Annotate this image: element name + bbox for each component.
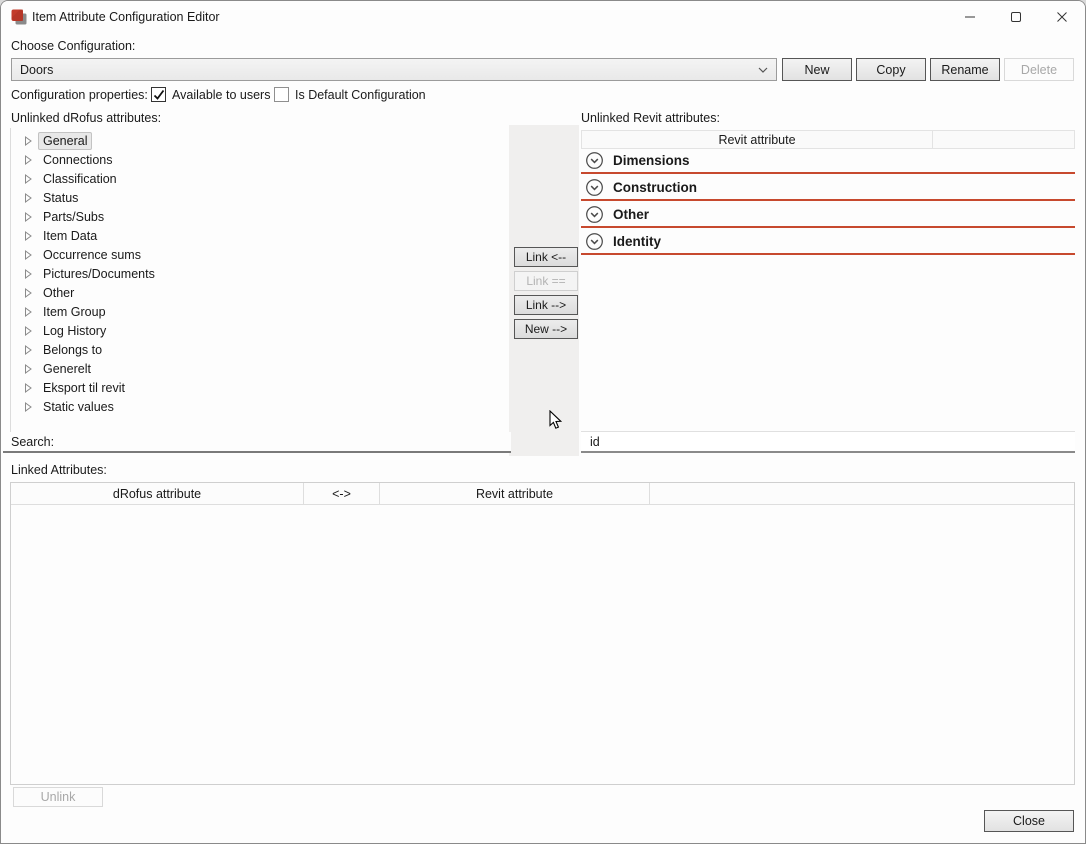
tree-item-occurrence-sums[interactable]: Occurrence sums	[11, 245, 509, 264]
delete-button: Delete	[1004, 58, 1074, 81]
window-title: Item Attribute Configuration Editor	[32, 1, 220, 33]
close-icon	[1056, 11, 1068, 23]
link-right-button[interactable]: Link -->	[514, 295, 578, 315]
collapse-chevron-icon[interactable]	[585, 151, 604, 170]
link-left-button[interactable]: Link <--	[514, 247, 578, 267]
close-button[interactable]: Close	[984, 810, 1074, 832]
new-right-button[interactable]: New -->	[514, 319, 578, 339]
linked-attributes-label: Linked Attributes:	[11, 463, 107, 477]
tree-item-item-group[interactable]: Item Group	[11, 302, 509, 321]
tree-item-connections[interactable]: Connections	[11, 150, 509, 169]
choose-configuration-label: Choose Configuration:	[11, 39, 135, 53]
column-header-revit-attribute[interactable]: Revit attribute	[380, 483, 650, 504]
collapse-chevron-icon[interactable]	[585, 205, 604, 224]
tree-item-item-data[interactable]: Item Data	[11, 226, 509, 245]
unlinked-revit-label: Unlinked Revit attributes:	[581, 111, 720, 125]
tree-item-static-values[interactable]: Static values	[11, 397, 509, 416]
item-attribute-configuration-editor-dialog: Item Attribute Configuration Editor Choo…	[0, 0, 1086, 844]
chevron-down-icon	[758, 66, 768, 74]
tree-item-eksport-til-revit[interactable]: Eksport til revit	[11, 378, 509, 397]
column-header-empty	[650, 483, 1074, 504]
collapse-chevron-icon[interactable]	[585, 178, 604, 197]
column-header-link-direction[interactable]: <->	[304, 483, 380, 504]
minimize-button[interactable]	[947, 1, 993, 33]
tree-item-pictures-documents[interactable]: Pictures/Documents	[11, 264, 509, 283]
expander-icon[interactable]	[24, 193, 33, 203]
revit-attribute-column-header[interactable]: Revit attribute	[582, 131, 932, 148]
configuration-dropdown-value: Doors	[20, 63, 53, 77]
tree-item-belongs-to[interactable]: Belongs to	[11, 340, 509, 359]
close-window-button[interactable]	[1039, 1, 1085, 33]
is-default-configuration-label[interactable]: Is Default Configuration	[295, 88, 426, 102]
configuration-properties-label: Configuration properties:	[11, 88, 148, 102]
tree-item-classification[interactable]: Classification	[11, 169, 509, 188]
available-to-users-checkbox[interactable]	[151, 87, 166, 102]
expander-icon[interactable]	[24, 231, 33, 241]
title-bar[interactable]: Item Attribute Configuration Editor	[1, 1, 1085, 33]
collapse-chevron-icon[interactable]	[585, 232, 604, 251]
checkmark-icon	[153, 89, 165, 101]
expander-icon[interactable]	[24, 383, 33, 393]
tree-item-parts-subs[interactable]: Parts/Subs	[11, 207, 509, 226]
configuration-dropdown[interactable]: Doors	[11, 58, 777, 81]
new-button[interactable]: New	[782, 58, 852, 81]
available-to-users-label[interactable]: Available to users	[172, 88, 270, 102]
unlinked-drofus-label: Unlinked dRofus attributes:	[11, 111, 161, 125]
linked-attributes-table[interactable]: dRofus attribute <-> Revit attribute	[10, 482, 1075, 785]
revit-group-construction[interactable]: Construction	[581, 176, 1075, 201]
revit-filter-input[interactable]: id	[581, 431, 1075, 453]
expander-icon[interactable]	[24, 402, 33, 412]
search-label: Search:	[11, 435, 54, 449]
revit-attributes-header: Revit attribute	[581, 130, 1075, 149]
expander-icon[interactable]	[24, 174, 33, 184]
expander-icon[interactable]	[24, 212, 33, 222]
mouse-cursor	[549, 410, 563, 430]
expander-icon[interactable]	[24, 307, 33, 317]
expander-icon[interactable]	[24, 364, 33, 374]
revit-group-identity[interactable]: Identity	[581, 230, 1075, 255]
tree-item-generelt[interactable]: Generelt	[11, 359, 509, 378]
tree-item-other[interactable]: Other	[11, 283, 509, 302]
drofus-search-input[interactable]: Search:	[3, 432, 511, 453]
tree-item-log-history[interactable]: Log History	[11, 321, 509, 340]
is-default-configuration-checkbox[interactable]	[274, 87, 289, 102]
expander-icon[interactable]	[24, 288, 33, 298]
expander-icon[interactable]	[24, 269, 33, 279]
rename-button[interactable]: Rename	[930, 58, 1000, 81]
revit-filter-value: id	[590, 435, 600, 449]
expander-icon[interactable]	[24, 250, 33, 260]
copy-button[interactable]: Copy	[856, 58, 926, 81]
revit-group-dimensions[interactable]: Dimensions	[581, 149, 1075, 174]
revit-empty-column-header	[932, 131, 1074, 148]
maximize-icon	[1010, 11, 1022, 23]
expander-icon[interactable]	[24, 345, 33, 355]
tree-item-general[interactable]: General	[11, 131, 509, 150]
drofus-logo-icon	[11, 9, 27, 25]
tree-item-status[interactable]: Status	[11, 188, 509, 207]
revit-group-other[interactable]: Other	[581, 203, 1075, 228]
column-header-drofus-attribute[interactable]: dRofus attribute	[11, 483, 304, 504]
linked-table-header: dRofus attribute <-> Revit attribute	[11, 483, 1074, 505]
expander-icon[interactable]	[24, 326, 33, 336]
drofus-attributes-tree[interactable]: General Connections Classification Statu…	[10, 128, 509, 433]
minimize-icon	[964, 11, 976, 23]
expander-icon[interactable]	[24, 136, 33, 146]
link-equal-button: Link ==	[514, 271, 578, 291]
expander-icon[interactable]	[24, 155, 33, 165]
maximize-button[interactable]	[993, 1, 1039, 33]
unlink-button: Unlink	[13, 787, 103, 807]
